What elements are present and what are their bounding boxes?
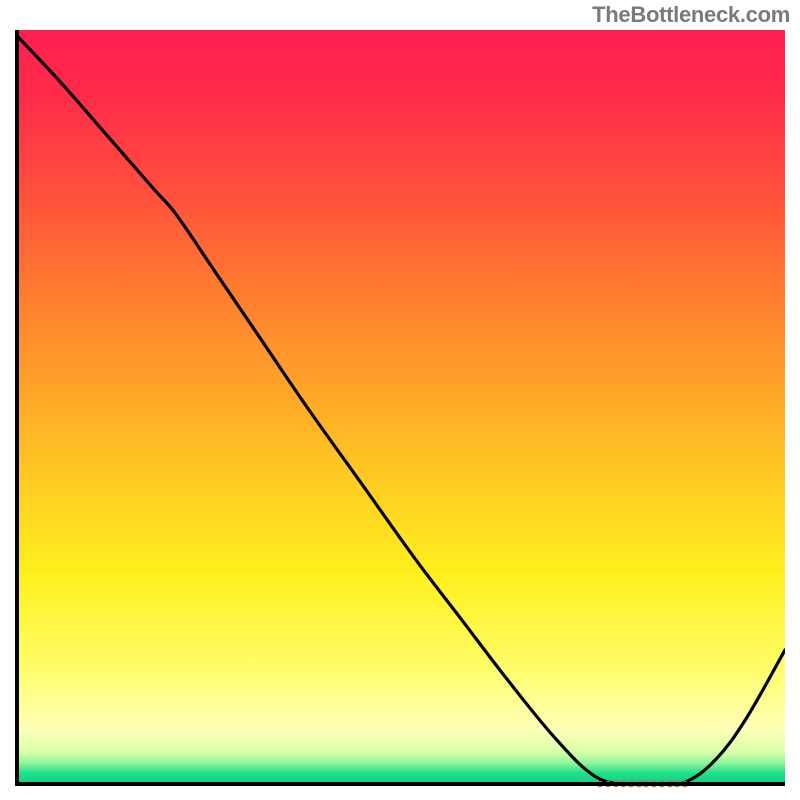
- marker-dot: [682, 781, 688, 787]
- marker-dot: [674, 781, 680, 787]
- chart-area: [15, 30, 785, 786]
- marker-dot: [597, 781, 603, 787]
- watermark-text: TheBottleneck.com: [592, 2, 790, 28]
- marker-dot: [628, 781, 634, 787]
- marker-dot: [659, 781, 665, 787]
- marker-dot: [636, 781, 642, 787]
- marker-dot: [643, 781, 649, 787]
- marker-dot: [667, 781, 673, 787]
- marker-dot: [651, 781, 657, 787]
- bottleneck-curve: [15, 30, 785, 786]
- marker-dot: [605, 781, 611, 787]
- marker-dot: [620, 781, 626, 787]
- marker-dot: [613, 781, 619, 787]
